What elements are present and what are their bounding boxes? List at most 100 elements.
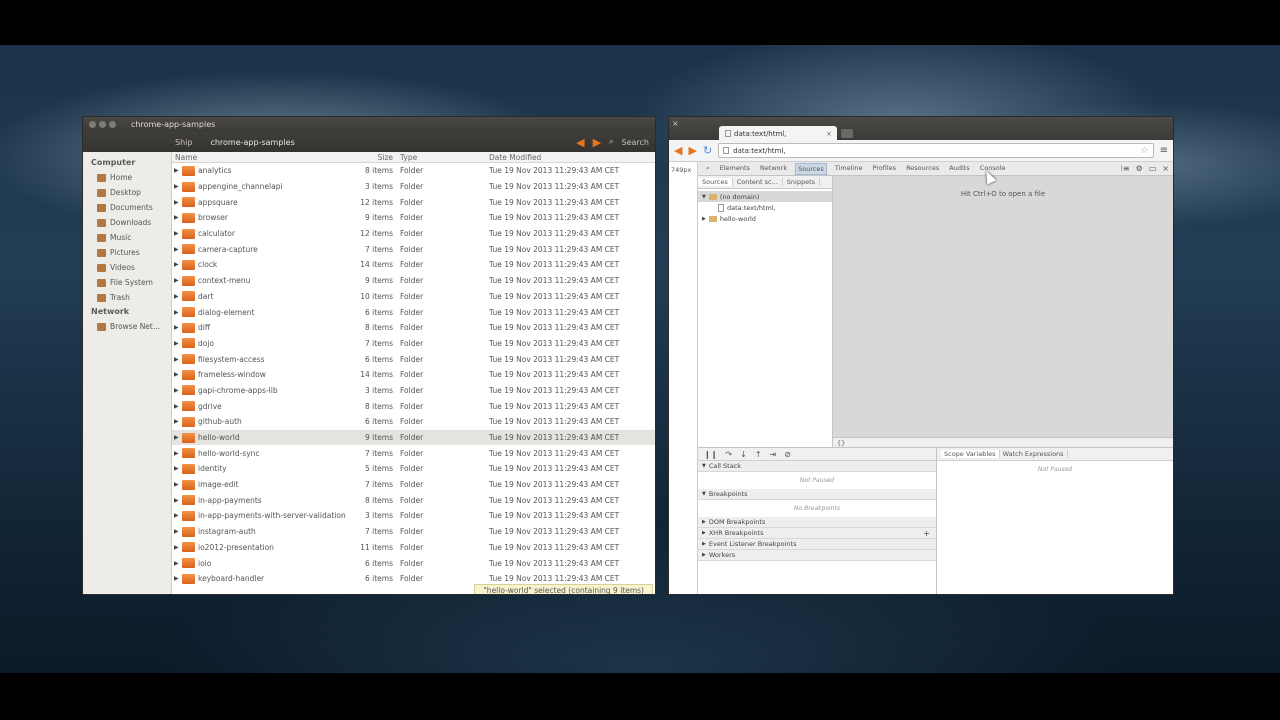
- menu-icon[interactable]: ≡: [1160, 145, 1168, 156]
- undock-icon[interactable]: ▭: [1149, 164, 1157, 173]
- forward-arrow-icon[interactable]: ▶: [688, 144, 696, 157]
- tree-item[interactable]: ▶ hello-world: [698, 213, 832, 224]
- bookmark-star-icon[interactable]: ☆: [1141, 146, 1149, 156]
- address-bar[interactable]: data:text/html, ☆: [718, 143, 1154, 158]
- sidebar-item[interactable]: Desktop: [83, 185, 171, 200]
- expander-icon[interactable]: ▶: [174, 544, 182, 551]
- table-row[interactable]: ▶ frameless-window 14 items Folder Tue 19 No…: [172, 367, 655, 383]
- source-editor[interactable]: Hit Ctrl+O to open a file {}: [833, 176, 1173, 447]
- expander-icon[interactable]: ▶: [174, 293, 182, 300]
- table-row[interactable]: ▶ appengine_channelapi 3 items Folder Tue 19…: [172, 179, 655, 195]
- table-row[interactable]: ▶ in-app-payments 8 items Folder Tue 19 Nov …: [172, 492, 655, 508]
- table-row[interactable]: ▶ calculator 12 items Folder Tue 19 Nov 2013…: [172, 226, 655, 242]
- table-row[interactable]: ▶ identity 5 items Folder Tue 19 Nov 2013 11…: [172, 461, 655, 477]
- tab-timeline[interactable]: Timeline: [833, 163, 865, 175]
- table-row[interactable]: ▶ in-app-payments-with-server-validation 3…: [172, 508, 655, 524]
- pause-on-exceptions-icon[interactable]: ⊘: [784, 450, 791, 459]
- close-icon[interactable]: ×: [1162, 164, 1169, 173]
- debugger-section-header[interactable]: ▶ DOM Breakpoints: [698, 517, 936, 528]
- column-date[interactable]: Date Modified: [487, 152, 655, 162]
- table-row[interactable]: ▶ gdrive 8 items Folder Tue 19 Nov 2013 11:2…: [172, 398, 655, 414]
- column-name[interactable]: Name: [172, 152, 358, 162]
- sidebar-item[interactable]: Browse Net...: [83, 319, 171, 334]
- sidebar-item[interactable]: Downloads: [83, 215, 171, 230]
- table-row[interactable]: ▶ dart 10 items Folder Tue 19 Nov 2013 11:29…: [172, 289, 655, 305]
- expander-icon[interactable]: ▶: [174, 575, 182, 582]
- sidebar-item[interactable]: Home: [83, 170, 171, 185]
- navigator-subtab[interactable]: Sources: [698, 178, 733, 186]
- expander-icon[interactable]: ▶: [174, 261, 182, 268]
- new-tab-button[interactable]: [841, 129, 853, 138]
- tree-item[interactable]: ▼ (no domain): [698, 191, 832, 202]
- table-row[interactable]: ▶ hello-world-sync 7 items Folder Tue 19 Nov…: [172, 445, 655, 461]
- expand-triangle-icon[interactable]: ▶: [702, 541, 706, 547]
- tab-sources[interactable]: Sources: [795, 162, 827, 175]
- expander-icon[interactable]: ▶: [174, 324, 182, 331]
- pause-icon[interactable]: ❙❙: [704, 450, 717, 459]
- expander-icon[interactable]: ▶: [174, 403, 182, 410]
- table-row[interactable]: ▶ dialog-element 6 items Folder Tue 19 Nov 2…: [172, 304, 655, 320]
- scope-tab[interactable]: Scope Variables: [941, 450, 1000, 458]
- expander-icon[interactable]: ▶: [174, 230, 182, 237]
- table-row[interactable]: ▶ ioio 6 items Folder Tue 19 Nov 2013 11:29:…: [172, 555, 655, 571]
- expander-icon[interactable]: ▶: [174, 183, 182, 190]
- debugger-section-header[interactable]: ▼ Breakpoints: [698, 489, 936, 500]
- navigator-subtab[interactable]: Snippets: [783, 178, 821, 186]
- step-into-icon[interactable]: ↓: [740, 450, 747, 459]
- debugger-section-header[interactable]: ▼ Call Stack: [698, 461, 936, 472]
- collapse-triangle-icon[interactable]: ▼: [702, 491, 706, 497]
- expander-icon[interactable]: ▶: [174, 277, 182, 284]
- expander-icon[interactable]: ▶: [174, 199, 182, 206]
- sidebar-item[interactable]: Documents: [83, 200, 171, 215]
- table-row[interactable]: ▶ appsquare 12 items Folder Tue 19 Nov 2013 …: [172, 194, 655, 210]
- table-row[interactable]: ▶ context-menu 9 items Folder Tue 19 Nov 201…: [172, 273, 655, 289]
- debugger-section-header[interactable]: ▶ Event Listener Breakpoints: [698, 539, 936, 550]
- table-row[interactable]: ▶ clock 14 items Folder Tue 19 Nov 2013 11:2…: [172, 257, 655, 273]
- table-row[interactable]: ▶ analytics 8 items Folder Tue 19 Nov 2013 1…: [172, 163, 655, 179]
- debugger-section-header[interactable]: ▶ Workers: [698, 550, 936, 561]
- step-over-icon[interactable]: ↷: [725, 450, 732, 459]
- tab-audits[interactable]: Audits: [947, 163, 971, 175]
- table-row[interactable]: ▶ hello-world 9 items Folder Tue 19 Nov 2013…: [172, 429, 655, 446]
- step-out-icon[interactable]: ↑: [755, 450, 762, 459]
- expander-icon[interactable]: ▶: [174, 340, 182, 347]
- dock-toggle-icon[interactable]: ⁝≡: [1120, 164, 1129, 173]
- expander-icon[interactable]: ▶: [174, 497, 182, 504]
- collapse-triangle-icon[interactable]: ▼: [702, 194, 706, 200]
- expander-icon[interactable]: ▶: [174, 167, 182, 174]
- column-size[interactable]: Size: [358, 152, 397, 162]
- expander-icon[interactable]: ▶: [174, 356, 182, 363]
- expander-icon[interactable]: ▶: [174, 246, 182, 253]
- pretty-print-button[interactable]: {}: [833, 437, 1173, 447]
- browser-tab[interactable]: data:text/html, ×: [719, 126, 837, 141]
- expander-icon[interactable]: ▶: [174, 450, 182, 457]
- expander-icon[interactable]: ▶: [174, 481, 182, 488]
- expander-icon[interactable]: ▶: [174, 387, 182, 394]
- search-icon[interactable]: ⌕: [706, 164, 710, 173]
- close-tab-icon[interactable]: ×: [826, 130, 832, 138]
- expand-triangle-icon[interactable]: ▶: [702, 552, 706, 558]
- table-row[interactable]: ▶ instagram-auth 7 items Folder Tue 19 Nov 2…: [172, 524, 655, 540]
- collapse-triangle-icon[interactable]: ▼: [702, 463, 706, 469]
- expander-icon[interactable]: ▶: [174, 418, 182, 425]
- tab-resources[interactable]: Resources: [904, 163, 941, 175]
- table-row[interactable]: ▶ filesystem-access 6 items Folder Tue 19 No…: [172, 351, 655, 367]
- maximize-window-button[interactable]: [109, 121, 116, 128]
- table-row[interactable]: ▶ camera-capture 7 items Folder Tue 19 Nov 2…: [172, 241, 655, 257]
- debugger-section-header[interactable]: ▶ XHR Breakpoints +: [698, 528, 936, 539]
- reload-icon[interactable]: ↻: [703, 144, 712, 157]
- breadcrumb-ship[interactable]: Ship: [175, 138, 192, 147]
- back-arrow-icon[interactable]: ◀: [576, 136, 584, 149]
- deactivate-breakpoints-icon[interactable]: ⇥: [770, 450, 777, 459]
- sidebar-item[interactable]: Music: [83, 230, 171, 245]
- expander-icon[interactable]: ▶: [174, 465, 182, 472]
- back-arrow-icon[interactable]: ◀: [674, 144, 682, 157]
- tab-elements[interactable]: Elements: [718, 163, 752, 175]
- search-label[interactable]: Search: [622, 138, 649, 147]
- expand-triangle-icon[interactable]: ▶: [702, 530, 706, 536]
- table-row[interactable]: ▶ gapi-chrome-apps-lib 3 items Folder Tue 19…: [172, 383, 655, 399]
- table-row[interactable]: ▶ diff 8 items Folder Tue 19 Nov 2013 11:29:…: [172, 320, 655, 336]
- add-breakpoint-button[interactable]: +: [923, 529, 930, 538]
- expander-icon[interactable]: ▶: [174, 560, 182, 567]
- expander-icon[interactable]: ▶: [174, 309, 182, 316]
